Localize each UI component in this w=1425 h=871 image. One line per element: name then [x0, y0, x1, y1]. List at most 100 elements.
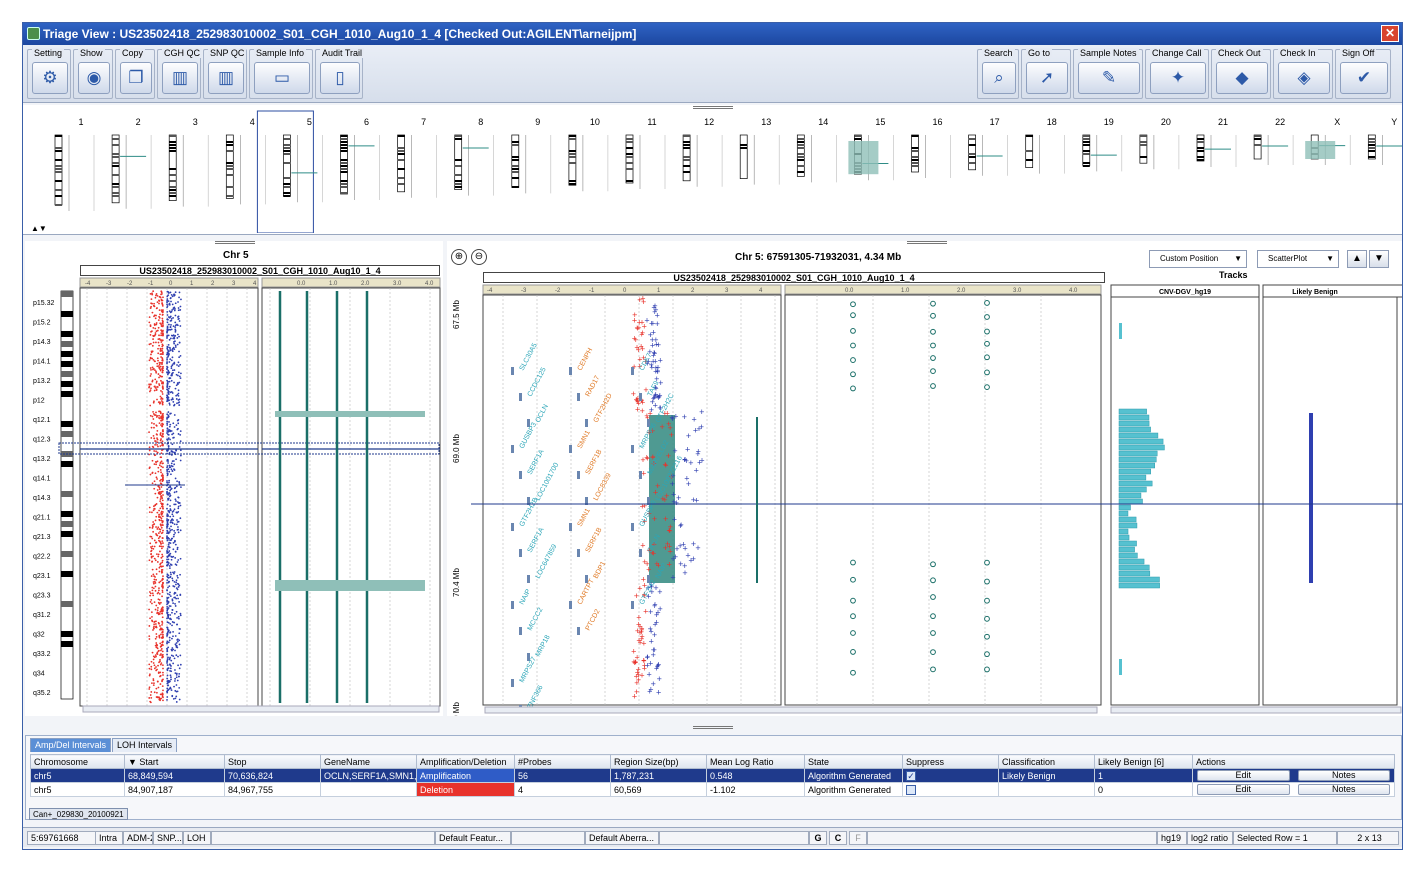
- chromosome-9[interactable]: 9: [511, 117, 552, 194]
- probe-point: [169, 539, 172, 542]
- toolbar-group-sign-off: Sign Off ✔: [1335, 48, 1391, 99]
- sample-notes-button[interactable]: ✎: [1078, 62, 1140, 94]
- copy-number-point: [984, 651, 990, 658]
- column-header[interactable]: Classification: [998, 754, 1095, 769]
- chromosome-6[interactable]: 6: [340, 117, 380, 200]
- status-g-toggle[interactable]: G: [809, 831, 827, 845]
- status-c-toggle[interactable]: C: [829, 831, 847, 845]
- status-feature-filter[interactable]: Default Featur...: [435, 831, 511, 845]
- chromosome-15[interactable]: 15: [848, 117, 894, 181]
- probe-point: [159, 395, 162, 398]
- chromosome-20[interactable]: 20: [1139, 117, 1180, 170]
- cnv-bar: [1118, 426, 1151, 433]
- column-header[interactable]: Region Size(bp): [610, 754, 707, 769]
- snp-qc-button[interactable]: ▥: [208, 62, 244, 94]
- column-header[interactable]: Actions: [1192, 754, 1395, 769]
- chromosome-17[interactable]: 17: [968, 117, 1008, 176]
- cgh-qc-button[interactable]: ▥: [162, 62, 198, 94]
- chromosome-2[interactable]: 2: [111, 117, 152, 209]
- chromosome-label: 4: [250, 117, 255, 127]
- notes-button[interactable]: Notes: [1297, 784, 1390, 795]
- probe-point: [153, 539, 156, 542]
- setting-button[interactable]: ⚙: [32, 62, 68, 94]
- probe-point: [150, 549, 153, 552]
- column-header[interactable]: Likely Benign [6]: [1094, 754, 1193, 769]
- scale-tick-label: -1: [148, 281, 154, 287]
- sample-info-button[interactable]: ▭: [254, 62, 310, 94]
- suppress-checkbox[interactable]: [906, 784, 916, 795]
- probe-point: [170, 689, 173, 692]
- suppress-checkbox[interactable]: ✓: [906, 770, 916, 781]
- chromosome-4[interactable]: 4: [225, 117, 266, 205]
- column-header[interactable]: Mean Log Ratio: [706, 754, 805, 769]
- column-header[interactable]: Suppress: [902, 754, 999, 769]
- table-row[interactable]: chr5 68,849,594 70,636,824 OCLN,SERF1A,SMN1…: [30, 768, 1395, 783]
- sample-subtab[interactable]: Can+_029830_20100921: [29, 808, 128, 820]
- check-out-button[interactable]: ◆: [1216, 62, 1268, 94]
- column-header[interactable]: ▼ Start: [124, 754, 225, 769]
- column-header[interactable]: Amplification/Deletion: [416, 754, 515, 769]
- chromosome-11[interactable]: 11: [625, 117, 666, 189]
- notes-button[interactable]: Notes: [1297, 770, 1390, 781]
- show-button[interactable]: ◉: [78, 62, 110, 94]
- close-button[interactable]: ✕: [1381, 25, 1399, 42]
- chromosome-10[interactable]: 10: [568, 117, 609, 192]
- probe-point: [167, 586, 169, 589]
- chromosome-7[interactable]: 7: [397, 117, 437, 198]
- probe-point: [167, 294, 170, 297]
- probe-point: [166, 582, 168, 584]
- tab-amp-del-intervals[interactable]: Amp/Del Intervals: [30, 738, 112, 752]
- column-header[interactable]: GeneName: [320, 754, 417, 769]
- splitter-handle[interactable]: [693, 726, 733, 729]
- column-header[interactable]: Stop: [224, 754, 321, 769]
- table-row[interactable]: chr5 84,907,187 84,967,755 Deletion 4 60,569-…: [30, 782, 1395, 797]
- column-header[interactable]: State: [804, 754, 903, 769]
- edit-button[interactable]: Edit: [1197, 784, 1290, 795]
- status-f-toggle[interactable]: F: [849, 831, 867, 845]
- column-header[interactable]: #Probes: [514, 754, 611, 769]
- gene-marker: [527, 575, 530, 583]
- chromosome-1[interactable]: 1: [54, 117, 95, 211]
- ideogram-body: [568, 134, 577, 186]
- chromosome-scatter-svg[interactable]: -4 -3 -2 -1 0 1 2 3 4 0.0 1.0 2.0 3.0 4.0p15.32p15.2p…: [25, 241, 443, 716]
- probe-point: [159, 434, 162, 436]
- chromosome-label: 9: [535, 117, 540, 127]
- probe-point: [155, 578, 158, 581]
- chromosome-13[interactable]: 13: [739, 117, 780, 185]
- chromosome-22[interactable]: 22: [1253, 117, 1294, 165]
- chromosome-18[interactable]: 18: [1025, 117, 1065, 174]
- chromosome-19[interactable]: 19: [1082, 117, 1123, 172]
- chromosome-16[interactable]: 16: [911, 117, 951, 178]
- probe-point: [166, 548, 169, 550]
- chromosome-5[interactable]: 5: [256, 110, 323, 233]
- chromosome-X[interactable]: X: [1305, 117, 1351, 165]
- chromosome-14[interactable]: 14: [796, 117, 837, 183]
- probe-point: [150, 298, 153, 301]
- probe-point: [168, 464, 171, 467]
- chromosome-21[interactable]: 21: [1196, 117, 1237, 167]
- probe-point: [173, 337, 176, 340]
- search-button[interactable]: ⌕: [982, 62, 1016, 94]
- audit-trail-button[interactable]: ▯: [320, 62, 360, 94]
- chromosome-Y[interactable]: Y: [1367, 117, 1402, 165]
- change-call-button[interactable]: ✦: [1150, 62, 1206, 94]
- sign-off-button[interactable]: ✔: [1340, 62, 1388, 94]
- probe-point: [159, 313, 161, 316]
- status-aberration-filter[interactable]: Default Aberra...: [585, 831, 659, 845]
- probe-point: [158, 592, 161, 595]
- copy-number-region: [275, 411, 425, 417]
- cell-classification[interactable]: [998, 782, 1095, 797]
- cell-classification[interactable]: Likely Benign: [998, 768, 1095, 783]
- ideogram-band: [568, 183, 576, 185]
- copy-button[interactable]: ❐: [120, 62, 152, 94]
- chromosome-12[interactable]: 12: [682, 117, 723, 187]
- column-header[interactable]: Chromosome: [30, 754, 125, 769]
- check-in-button[interactable]: ◈: [1278, 62, 1330, 94]
- go-to-button[interactable]: ➚: [1026, 62, 1068, 94]
- probe-point: [154, 608, 157, 611]
- gene-scatter-svg[interactable]: -4 -3 -2 -1 0 1 2 3 4 0.0 1.0 2.0 3.0 4.0 CNV-DGV_hg19…: [447, 241, 1402, 716]
- chromosome-3[interactable]: 3: [168, 117, 209, 207]
- chromosome-8[interactable]: 8: [454, 117, 495, 196]
- edit-button[interactable]: Edit: [1197, 770, 1290, 781]
- tab-loh-intervals[interactable]: LOH Intervals: [112, 738, 178, 752]
